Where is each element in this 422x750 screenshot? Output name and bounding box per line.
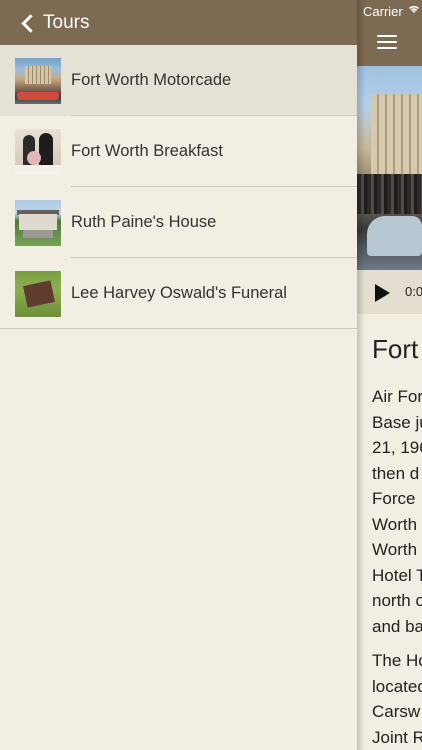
detail-title: Fort bbox=[372, 334, 419, 364]
breakfast-photo-icon bbox=[15, 129, 61, 175]
chevron-left-icon bbox=[21, 13, 40, 33]
tour-item-oswald-funeral[interactable]: Lee Harvey Oswald's Funeral bbox=[0, 258, 357, 329]
tour-list: Fort Worth Motorcade Fort Worth Breakfas… bbox=[0, 45, 357, 329]
tour-detail-panel: Carrier 0:0 Fort Air For Base ju 21, 196… bbox=[357, 0, 422, 750]
detail-paragraph: Air For Base ju 21, 196 then d Force Wor… bbox=[372, 387, 422, 636]
divider bbox=[0, 328, 357, 329]
detail-paragraph: The Ho located Carsw Joint R bbox=[372, 651, 422, 747]
tour-item-fort-worth-motorcade[interactable]: Fort Worth Motorcade bbox=[0, 45, 357, 116]
carrier-label: Carrier bbox=[363, 4, 403, 19]
tours-side-menu: Tours Fort Worth Motorcade Fort Worth Br… bbox=[0, 0, 357, 750]
back-label: Tours bbox=[43, 12, 90, 33]
tour-item-fort-worth-breakfast[interactable]: Fort Worth Breakfast bbox=[0, 116, 357, 187]
detail-nav-bar: Carrier bbox=[357, 0, 422, 66]
tour-hero-photo bbox=[357, 66, 422, 270]
wifi-icon bbox=[408, 5, 420, 13]
play-icon[interactable] bbox=[375, 284, 390, 302]
detail-body: Air For Base ju 21, 196 then d Force Wor… bbox=[372, 384, 422, 750]
audio-player: 0:0 bbox=[357, 270, 422, 314]
tour-label: Fort Worth Motorcade bbox=[71, 71, 232, 89]
player-time: 0:0 bbox=[405, 284, 422, 299]
tour-label: Lee Harvey Oswald's Funeral bbox=[71, 284, 287, 302]
tour-item-ruth-paines-house[interactable]: Ruth Paine's House bbox=[0, 187, 357, 258]
back-button[interactable]: Tours bbox=[18, 10, 89, 36]
grave-photo-icon bbox=[15, 271, 61, 317]
house-photo-icon bbox=[15, 200, 61, 246]
side-nav-bar: Tours bbox=[0, 0, 357, 45]
tour-label: Ruth Paine's House bbox=[71, 213, 217, 231]
motorcade-photo-icon bbox=[15, 58, 61, 104]
hamburger-menu-icon[interactable] bbox=[377, 35, 397, 49]
tour-label: Fort Worth Breakfast bbox=[71, 142, 223, 160]
